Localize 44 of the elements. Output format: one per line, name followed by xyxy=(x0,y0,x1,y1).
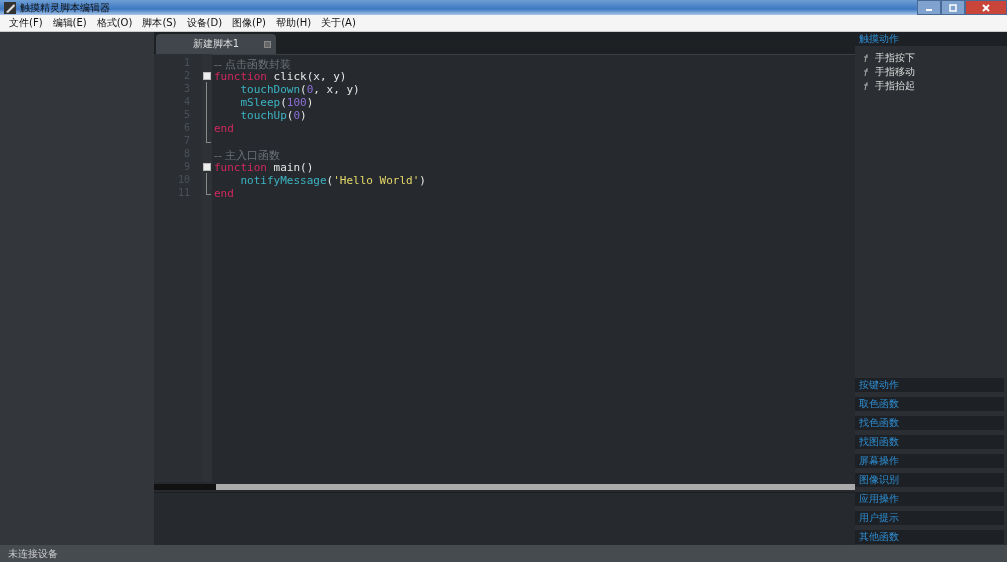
function-item[interactable]: 手指抬起 xyxy=(875,79,915,93)
maximize-icon xyxy=(948,2,958,13)
function-item[interactable]: 手指按下 xyxy=(875,51,915,65)
function-icon xyxy=(863,54,869,62)
panel-header[interactable]: 触摸动作 xyxy=(855,32,1007,46)
code-line: touchUp(0) xyxy=(240,109,307,122)
menu-item[interactable]: 关于(A) xyxy=(316,16,361,30)
function-item[interactable]: 手指移动 xyxy=(875,65,915,79)
maximize-button[interactable] xyxy=(941,0,965,15)
code-line: end xyxy=(214,187,234,200)
app-icon xyxy=(4,1,16,14)
category-header[interactable]: 按键动作 xyxy=(855,378,1004,392)
menu-item[interactable]: 设备(D) xyxy=(181,16,228,30)
editor-tab[interactable]: 新建脚本1 xyxy=(156,34,276,54)
code-line: -- 主入口函数 xyxy=(214,149,281,162)
code-line: touchDown(0, x, y) xyxy=(240,83,360,96)
horizontal-scrollbar[interactable] xyxy=(154,484,855,490)
code-line: end xyxy=(214,122,234,135)
code-line: -- 点击函数封装 xyxy=(214,58,292,71)
function-icon xyxy=(863,82,869,90)
code-line: mSleep(100) xyxy=(240,96,314,109)
category-header[interactable]: 屏幕操作 xyxy=(855,454,1004,468)
category-header[interactable]: 找色函数 xyxy=(855,416,1004,430)
status-text: 未连接设备 xyxy=(8,546,58,561)
code-line: function main() xyxy=(214,161,314,174)
code-line: notifyMessage('Hello World') xyxy=(240,174,426,187)
menu-item[interactable]: 格式(O) xyxy=(91,16,138,30)
menu-item[interactable]: 图像(P) xyxy=(227,16,271,30)
minimize-button[interactable] xyxy=(917,0,941,15)
minimize-icon xyxy=(926,8,932,11)
window-title: 触摸精灵脚本编辑器 xyxy=(20,1,110,14)
menu-item[interactable]: 脚本(S) xyxy=(137,16,182,30)
menu-item[interactable]: 编辑(E) xyxy=(47,16,92,30)
category-header[interactable]: 找图函数 xyxy=(855,435,1004,449)
category-header[interactable]: 用户提示 xyxy=(855,511,1004,525)
function-icon xyxy=(863,68,869,76)
menu-item[interactable]: 文件(F) xyxy=(4,16,48,30)
close-button[interactable] xyxy=(965,0,1007,15)
category-header[interactable]: 图像识别 xyxy=(855,473,1004,487)
category-header[interactable]: 应用操作 xyxy=(855,492,1004,506)
category-header[interactable]: 其他函数 xyxy=(855,530,1004,544)
menu-item[interactable]: 帮助(H) xyxy=(270,16,317,30)
category-header[interactable]: 取色函数 xyxy=(855,397,1004,411)
code-line: function click(x, y) xyxy=(214,70,347,83)
